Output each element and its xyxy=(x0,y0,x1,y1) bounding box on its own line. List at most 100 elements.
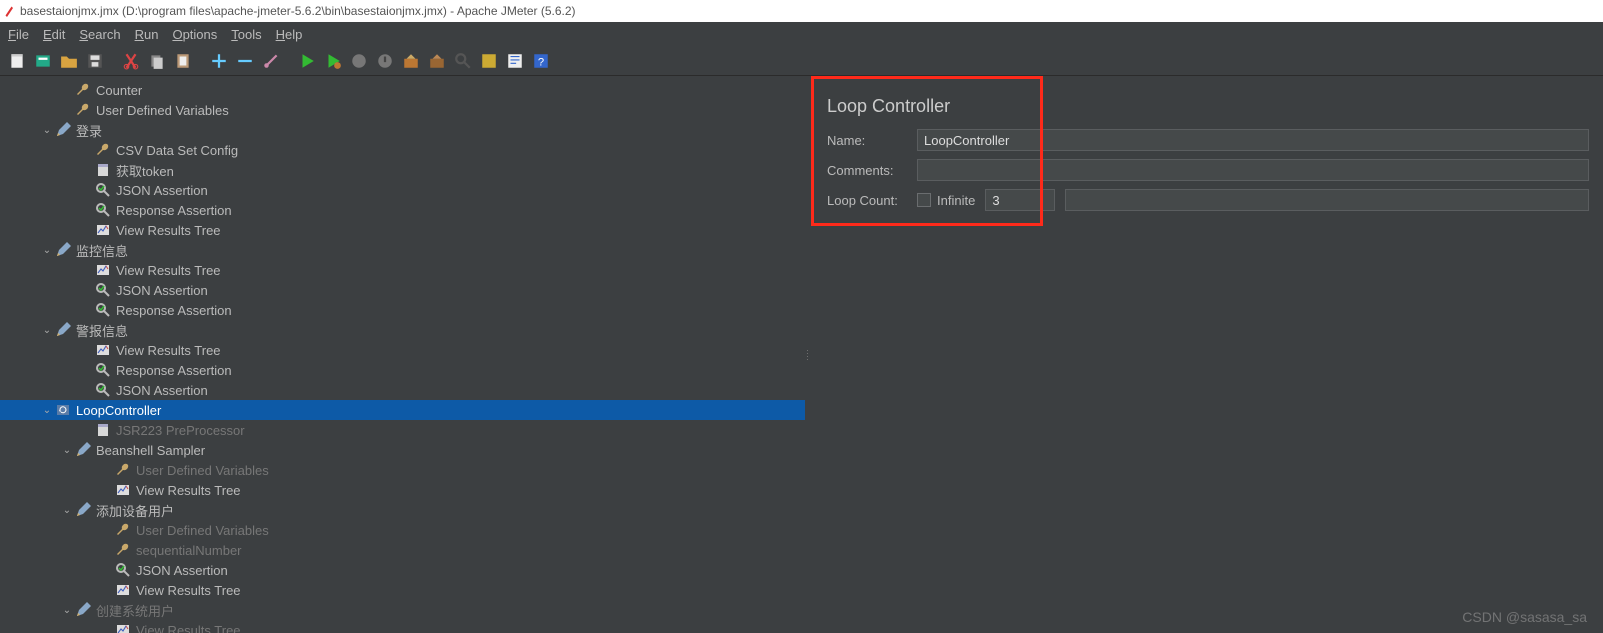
tree-node-label: View Results Tree xyxy=(116,223,221,238)
tree-node-label: Response Assertion xyxy=(116,363,232,378)
menu-search[interactable]: Search xyxy=(79,27,120,42)
paste-button[interactable] xyxy=(172,50,194,72)
results-icon xyxy=(94,341,112,359)
app-icon xyxy=(4,5,16,17)
menu-edit[interactable]: Edit xyxy=(43,27,65,42)
tree-node[interactable]: ⌄ 监控信息 xyxy=(0,240,805,260)
tree-node[interactable]: Response Assertion xyxy=(0,200,805,220)
collapse-icon[interactable]: ⌄ xyxy=(60,505,74,516)
assert-icon xyxy=(94,201,112,219)
tree-node[interactable]: ⌄警报信息 xyxy=(0,320,805,340)
tree-node[interactable]: ⌄Beanshell Sampler xyxy=(0,440,805,460)
doc-icon xyxy=(94,421,112,439)
start-no-pause-button[interactable] xyxy=(322,50,344,72)
tree-node[interactable]: Response Assertion xyxy=(0,360,805,380)
menu-options[interactable]: Options xyxy=(172,27,217,42)
menu-run[interactable]: Run xyxy=(135,27,159,42)
collapse-icon[interactable]: ⌄ xyxy=(60,605,74,616)
tree-node[interactable]: View Results Tree xyxy=(0,620,805,633)
tree-node[interactable]: User Defined Variables xyxy=(0,520,805,540)
component-panel: Loop Controller Name: Comments: Loop Cou… xyxy=(811,76,1603,633)
tree-node-label: JSON Assertion xyxy=(116,183,208,198)
tree-node[interactable]: JSON Assertion xyxy=(0,180,805,200)
tree-node[interactable]: View Results Tree xyxy=(0,480,805,500)
tree-node-label: Counter xyxy=(96,83,142,98)
assert-icon xyxy=(114,561,132,579)
tree-node[interactable]: ⌄登录 xyxy=(0,120,805,140)
tree-node[interactable]: JSON Assertion xyxy=(0,560,805,580)
expand-button[interactable] xyxy=(208,50,230,72)
clear-button[interactable] xyxy=(400,50,422,72)
clear-all-button[interactable] xyxy=(426,50,448,72)
menu-file[interactable]: File xyxy=(8,27,29,42)
tree-node[interactable]: Counter xyxy=(0,80,805,100)
tree-node[interactable]: View Results Tree xyxy=(0,220,805,240)
infinite-label: Infinite xyxy=(937,193,975,208)
comments-input[interactable] xyxy=(917,159,1589,181)
tree-node[interactable]: View Results Tree xyxy=(0,580,805,600)
tree-node[interactable]: ⌄ 添加设备用户 xyxy=(0,500,805,520)
tree-node[interactable]: sequentialNumber xyxy=(0,540,805,560)
search-button[interactable] xyxy=(452,50,474,72)
watermark: CSDN @sasasa_sa xyxy=(1462,609,1587,625)
reset-search-button[interactable] xyxy=(478,50,500,72)
tree-node[interactable]: ⌄创建系统用户 xyxy=(0,600,805,620)
results-icon xyxy=(94,261,112,279)
templates-button[interactable] xyxy=(32,50,54,72)
loop-count-label: Loop Count: xyxy=(827,193,917,208)
copy-button[interactable] xyxy=(146,50,168,72)
pencil-icon xyxy=(54,321,72,339)
start-button[interactable] xyxy=(296,50,318,72)
tree-node[interactable]: CSV Data Set Config xyxy=(0,140,805,160)
pencil-icon xyxy=(74,501,92,519)
tree-node-label: 添加设备用户 xyxy=(96,501,174,520)
wrench-icon xyxy=(74,101,92,119)
collapse-icon[interactable]: ⌄ xyxy=(60,445,74,456)
assert-icon xyxy=(94,281,112,299)
name-input[interactable] xyxy=(917,129,1589,151)
collapse-button[interactable] xyxy=(234,50,256,72)
tree-node[interactable]: JSON Assertion xyxy=(0,380,805,400)
tree-node[interactable]: View Results Tree xyxy=(0,340,805,360)
collapse-icon[interactable]: ⌄ xyxy=(40,325,54,336)
save-button[interactable] xyxy=(84,50,106,72)
help-button[interactable]: ? xyxy=(530,50,552,72)
pencil-icon xyxy=(54,241,72,259)
test-plan-tree[interactable]: CounterUser Defined Variables⌄登录CSV Data… xyxy=(0,76,805,633)
toggle-button[interactable] xyxy=(260,50,282,72)
function-button[interactable] xyxy=(504,50,526,72)
tree-node-label: View Results Tree xyxy=(116,343,221,358)
shutdown-button[interactable] xyxy=(374,50,396,72)
name-label: Name: xyxy=(827,133,917,148)
tree-node[interactable]: 获取token xyxy=(0,160,805,180)
tree-node[interactable]: ⌄LoopController xyxy=(0,400,805,420)
tree-node-label: JSON Assertion xyxy=(116,383,208,398)
tree-node[interactable]: JSR223 PreProcessor xyxy=(0,420,805,440)
tree-node-label: JSON Assertion xyxy=(116,283,208,298)
main-split: CounterUser Defined Variables⌄登录CSV Data… xyxy=(0,76,1603,633)
infinite-checkbox[interactable] xyxy=(917,193,931,207)
open-button[interactable] xyxy=(58,50,80,72)
menu-help[interactable]: Help xyxy=(276,27,303,42)
menu-tools[interactable]: Tools xyxy=(231,27,261,42)
new-button[interactable] xyxy=(6,50,28,72)
collapse-icon[interactable]: ⌄ xyxy=(40,125,54,136)
collapse-icon[interactable]: ⌄ xyxy=(40,245,54,256)
loop-count-input[interactable] xyxy=(985,189,1055,211)
tree-panel: CounterUser Defined Variables⌄登录CSV Data… xyxy=(0,76,805,633)
doc-icon xyxy=(94,161,112,179)
tree-node-label: 获取token xyxy=(116,161,174,180)
tree-node[interactable]: User Defined Variables xyxy=(0,100,805,120)
tree-node[interactable]: View Results Tree xyxy=(0,260,805,280)
cut-button[interactable] xyxy=(120,50,142,72)
tree-node[interactable]: Response Assertion xyxy=(0,300,805,320)
tree-node-label: Response Assertion xyxy=(116,203,232,218)
collapse-icon[interactable]: ⌄ xyxy=(40,405,54,416)
tree-node[interactable]: User Defined Variables xyxy=(0,460,805,480)
tree-node-label: CSV Data Set Config xyxy=(116,143,238,158)
tree-node[interactable]: JSON Assertion xyxy=(0,280,805,300)
wrench-icon xyxy=(114,541,132,559)
wrench-icon xyxy=(94,141,112,159)
stop-button[interactable] xyxy=(348,50,370,72)
tree-node-label: 监控信息 xyxy=(76,241,128,260)
